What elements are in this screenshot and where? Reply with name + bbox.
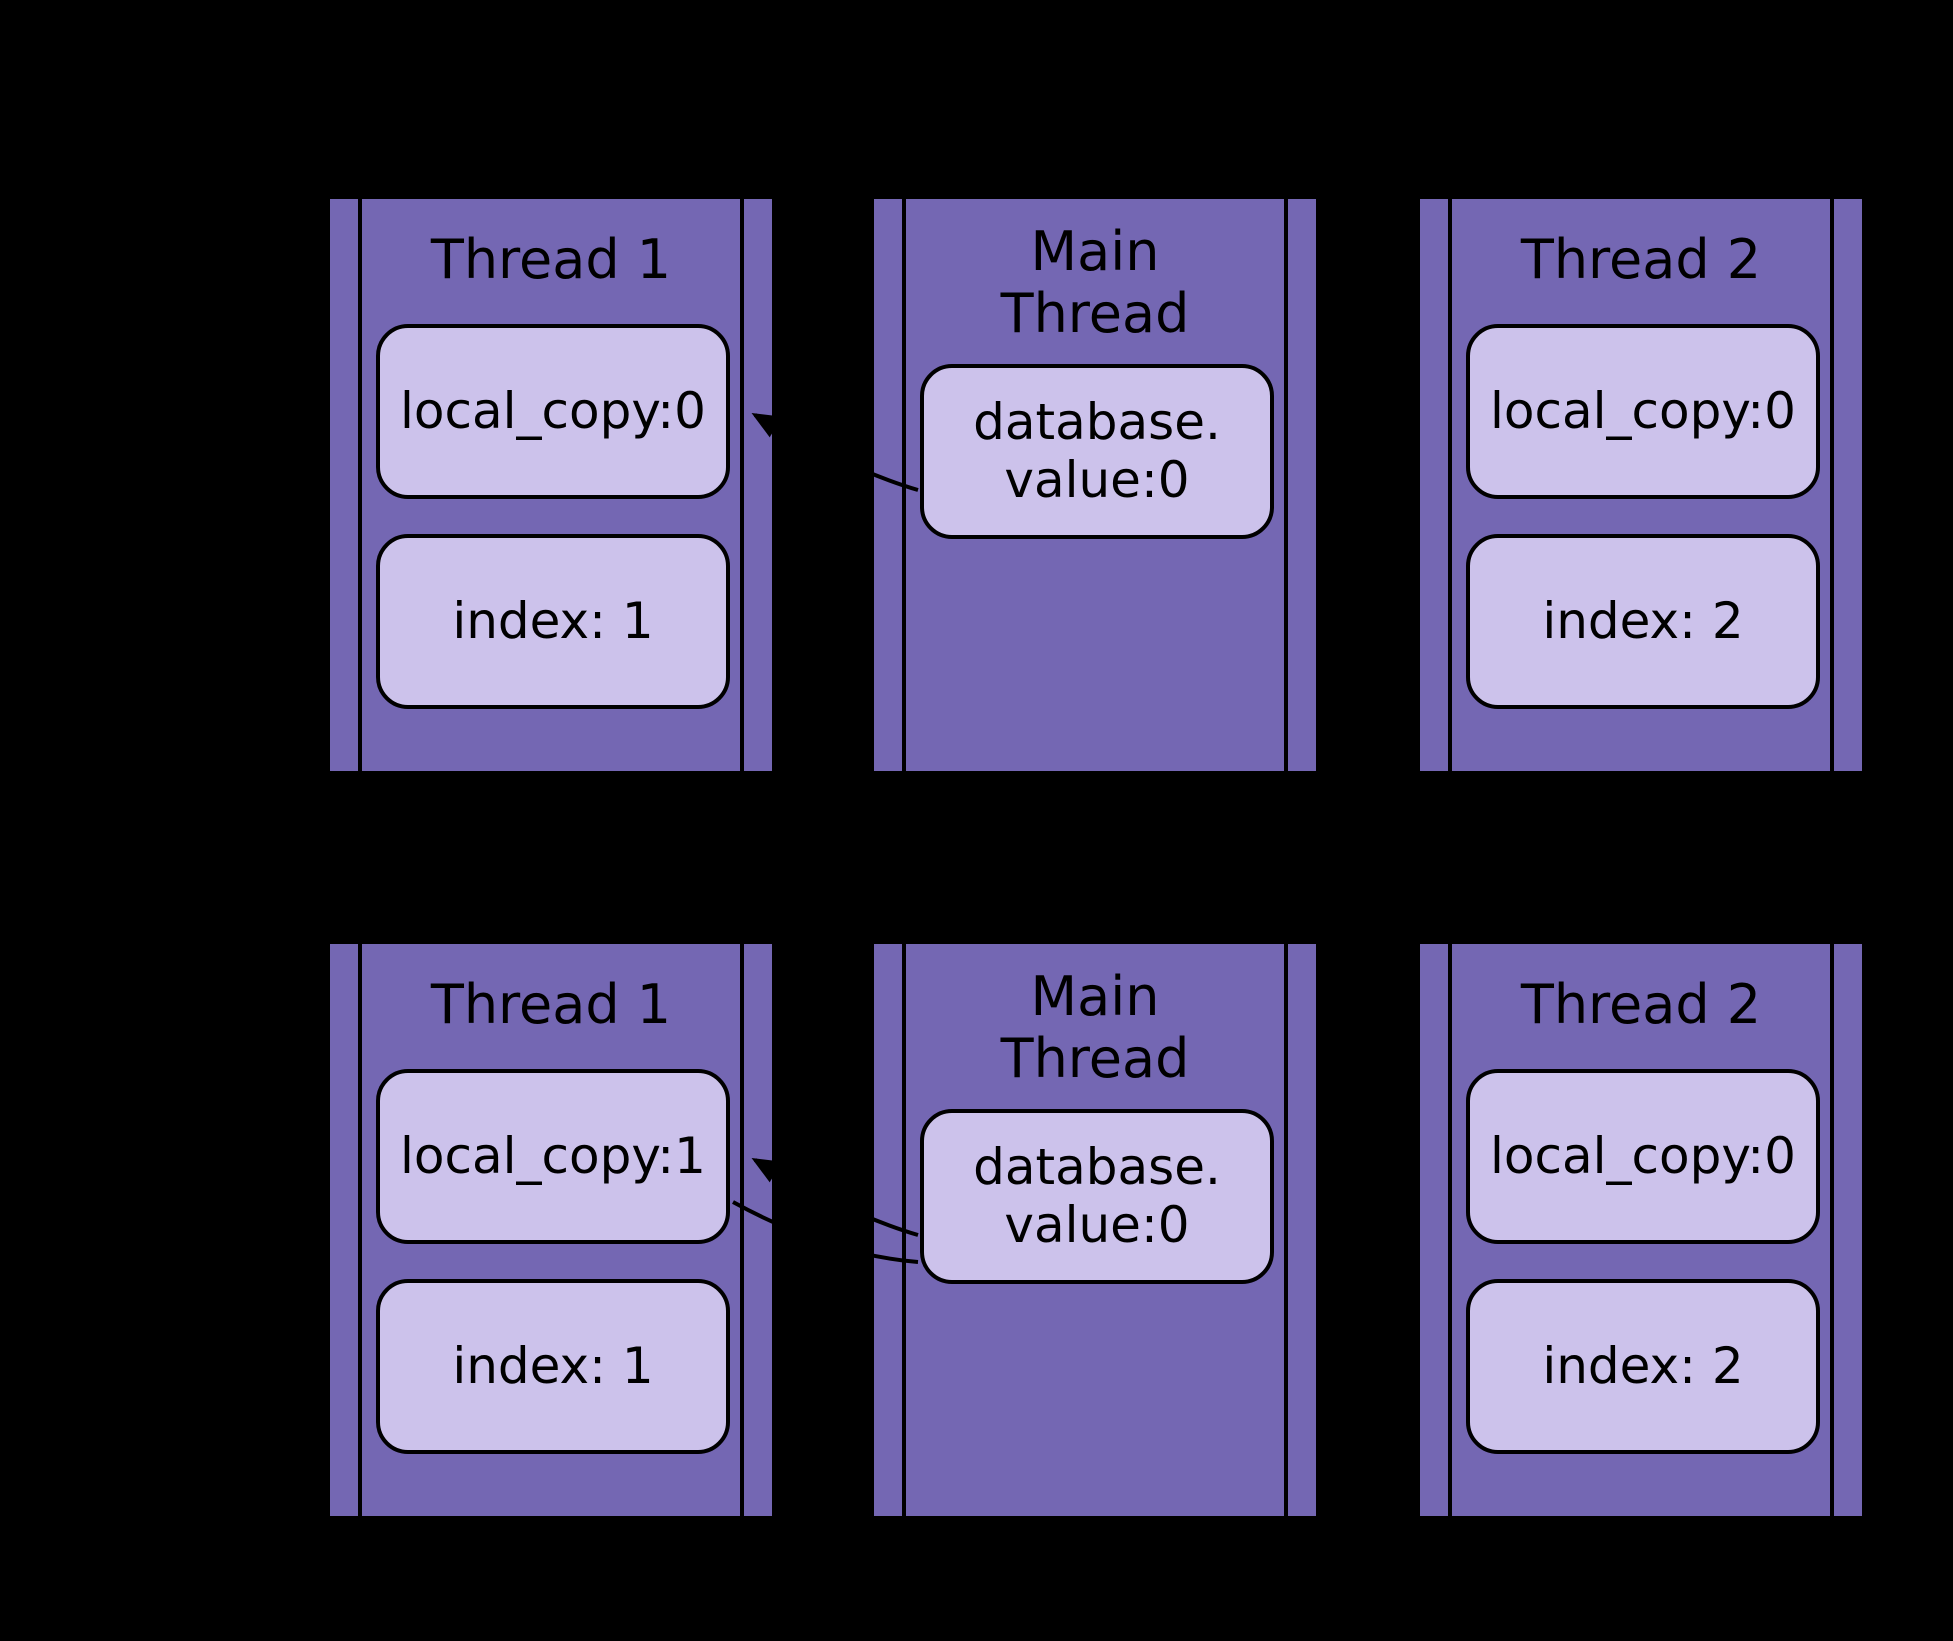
- thread1-localcopy-row1: local_copy:1: [376, 1069, 730, 1244]
- thread1-title-row1: Thread 1: [330, 974, 772, 1036]
- main-title-row1: MainThread: [874, 966, 1316, 1090]
- thread1-box-row1: Thread 1 local_copy:1 index: 1: [326, 940, 776, 1520]
- thread1-box-row0: Thread 1 local_copy:0 index: 1: [326, 195, 776, 775]
- thread2-title-row1: Thread 2: [1420, 974, 1862, 1036]
- thread2-index-row1: index: 2: [1466, 1279, 1820, 1454]
- main-box-row0: MainThread database.value:0: [870, 195, 1320, 775]
- main-box-row1: MainThread database.value:0: [870, 940, 1320, 1520]
- main-db-row0: database.value:0: [920, 364, 1274, 539]
- thread2-localcopy-row1: local_copy:0: [1466, 1069, 1820, 1244]
- thread2-box-row0: Thread 2 local_copy:0 index: 2: [1416, 195, 1866, 775]
- thread1-index-row1: index: 1: [376, 1279, 730, 1454]
- thread2-localcopy-row0: local_copy:0: [1466, 324, 1820, 499]
- diagram-canvas: Thread 1 local_copy:0 index: 1 MainThrea…: [0, 0, 1953, 1641]
- main-title-row0: MainThread: [874, 221, 1316, 345]
- thread2-box-row1: Thread 2 local_copy:0 index: 2: [1416, 940, 1866, 1520]
- thread1-localcopy-row0: local_copy:0: [376, 324, 730, 499]
- thread2-title-row0: Thread 2: [1420, 229, 1862, 291]
- thread1-title-row0: Thread 1: [330, 229, 772, 291]
- thread2-index-row0: index: 2: [1466, 534, 1820, 709]
- thread1-index-row0: index: 1: [376, 534, 730, 709]
- main-db-row1: database.value:0: [920, 1109, 1274, 1284]
